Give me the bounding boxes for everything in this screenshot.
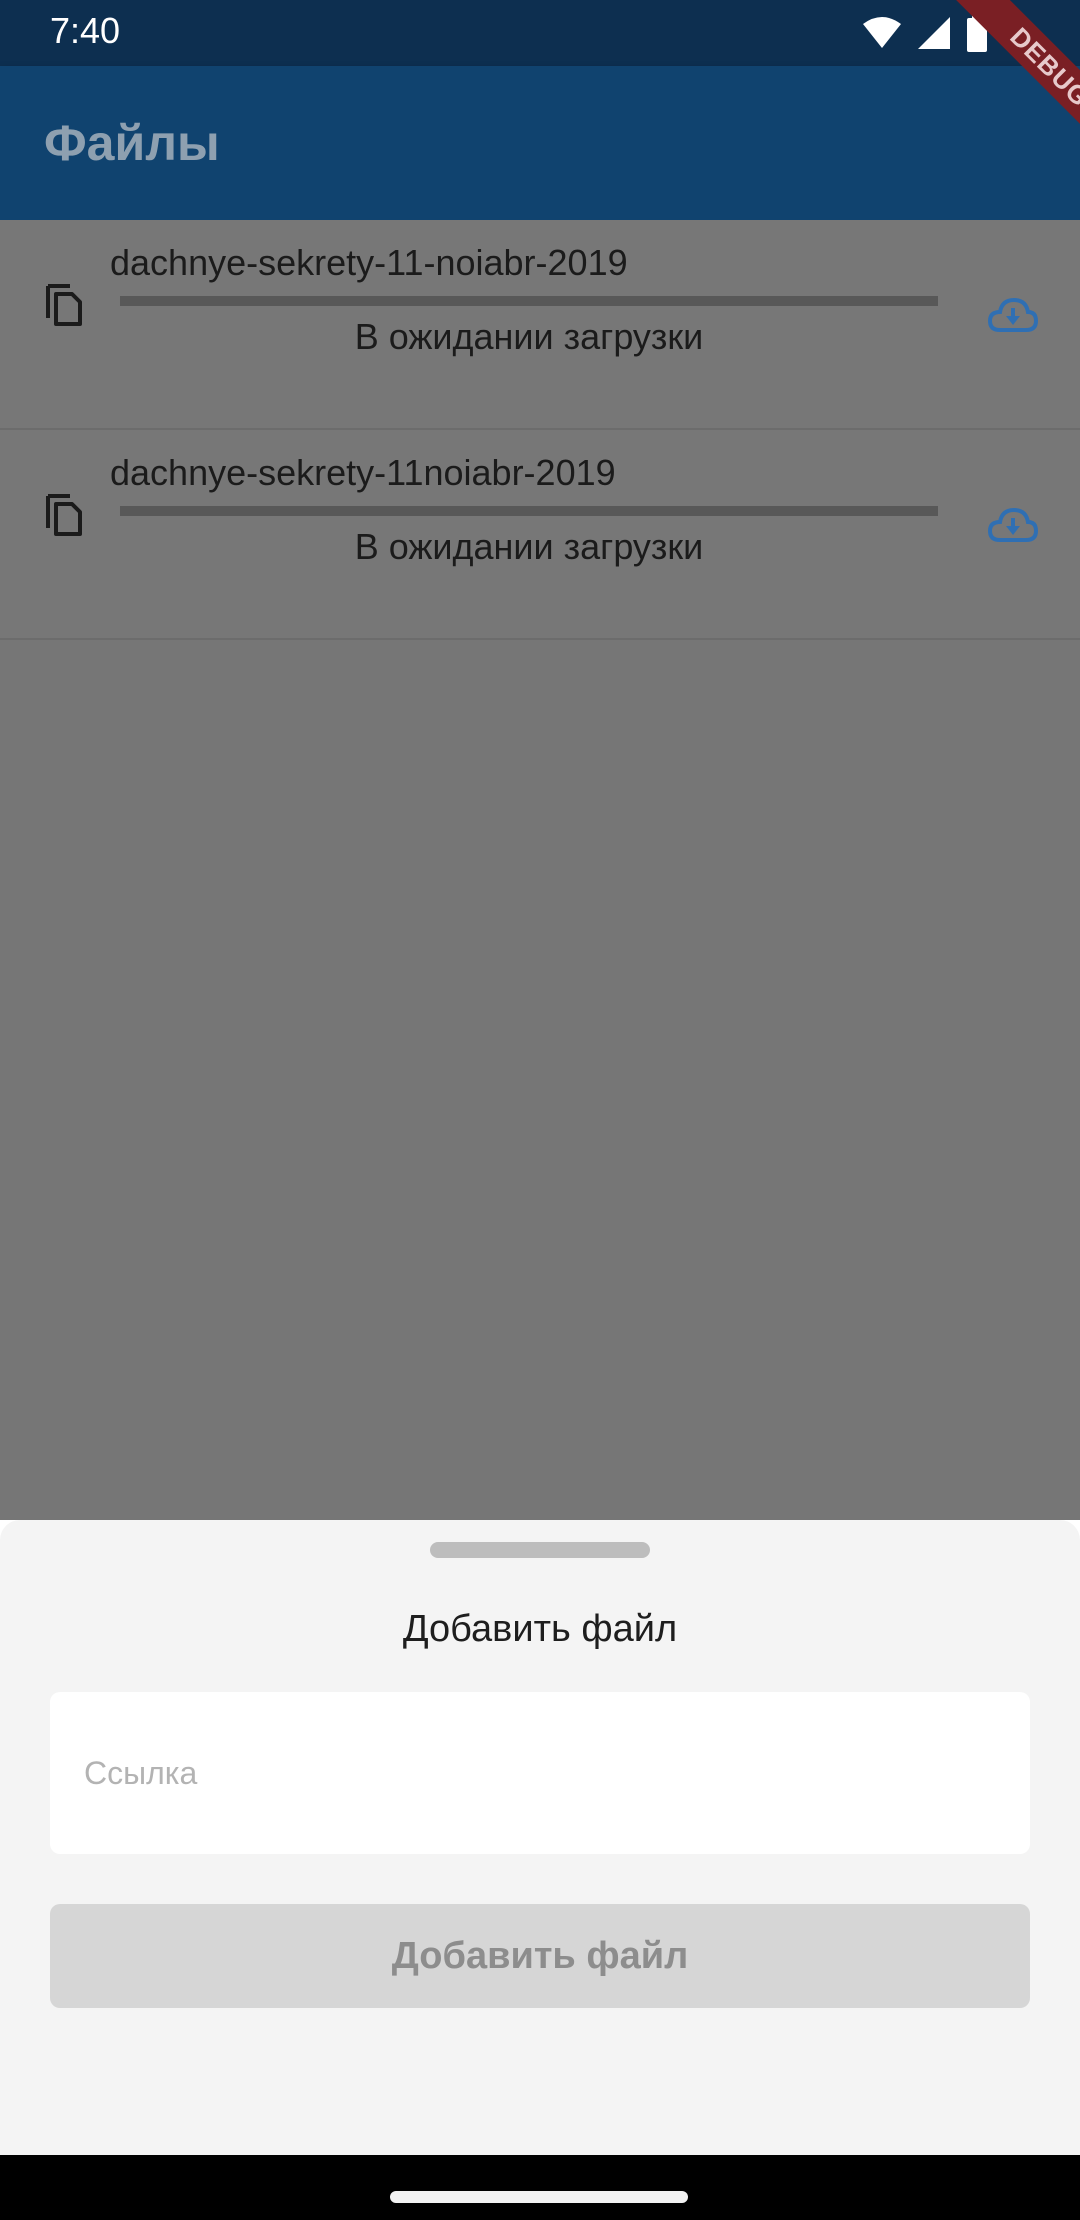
file-name: dachnye-sekrety-11noiabr-2019 bbox=[110, 452, 616, 493]
file-list: dachnye-sekrety-11-noiabr-2019 В ожидани… bbox=[0, 220, 1080, 640]
file-status: В ожидании загрузки bbox=[354, 526, 704, 567]
copy-icon bbox=[46, 284, 82, 326]
status-bar: 7:40 bbox=[0, 0, 1080, 66]
page-title: Файлы bbox=[44, 115, 220, 171]
copy-icon bbox=[46, 494, 82, 536]
home-gesture-handle[interactable] bbox=[390, 2191, 688, 2203]
add-file-button[interactable]: Добавить файл bbox=[50, 1904, 1030, 2008]
progress-bar bbox=[120, 296, 938, 306]
debug-banner-label: DEBUG bbox=[951, 0, 1080, 160]
sheet-title: Добавить файл bbox=[402, 1608, 678, 1650]
progress-bar bbox=[120, 506, 938, 516]
cloud-download-icon[interactable] bbox=[988, 296, 1038, 336]
wifi-icon bbox=[863, 17, 901, 48]
list-item[interactable]: dachnye-sekrety-11noiabr-2019 В ожидании… bbox=[0, 430, 1080, 640]
list-item[interactable]: dachnye-sekrety-11-noiabr-2019 В ожидани… bbox=[0, 220, 1080, 430]
status-time: 7:40 bbox=[50, 10, 121, 51]
add-file-bottom-sheet: Добавить файл Добавить файл bbox=[0, 1520, 1080, 2155]
file-name: dachnye-sekrety-11-noiabr-2019 bbox=[110, 242, 628, 283]
navigation-bar bbox=[0, 2155, 1080, 2220]
sheet-drag-handle[interactable] bbox=[430, 1542, 650, 1558]
debug-banner: DEBUG bbox=[920, 0, 1080, 160]
app-bar: Файлы bbox=[0, 66, 1080, 220]
link-input[interactable] bbox=[50, 1692, 1030, 1854]
file-status: В ожидании загрузки bbox=[354, 316, 704, 357]
cloud-download-icon[interactable] bbox=[988, 506, 1038, 546]
